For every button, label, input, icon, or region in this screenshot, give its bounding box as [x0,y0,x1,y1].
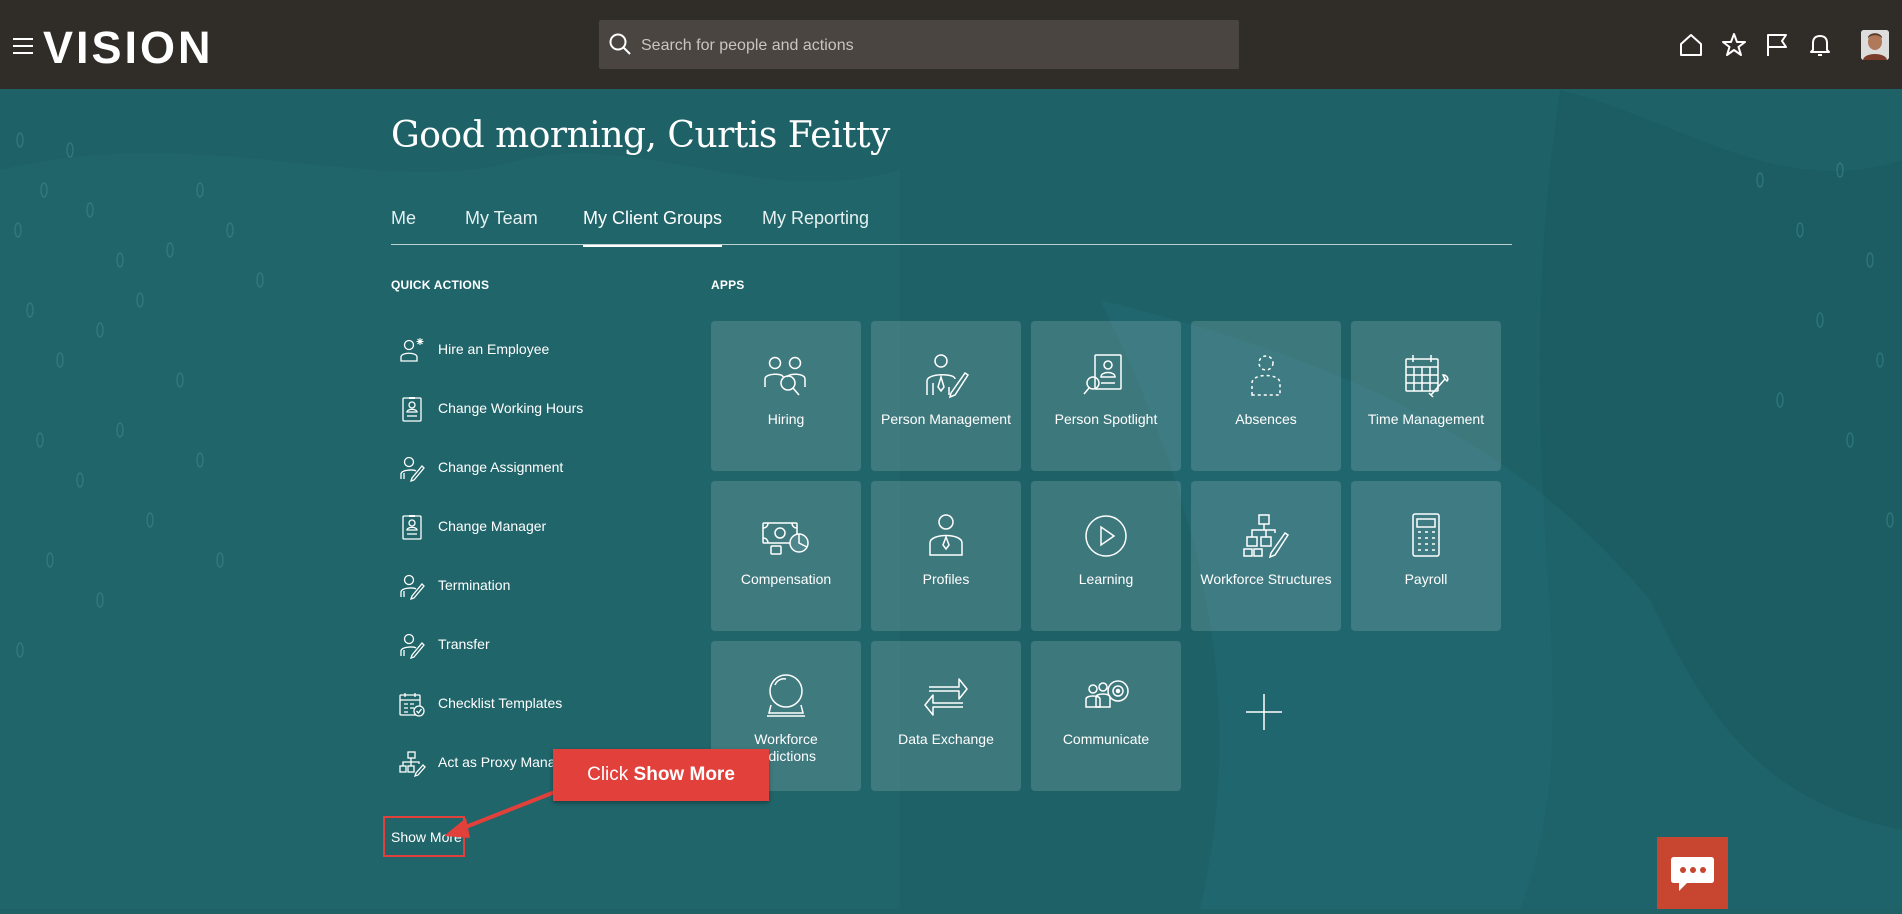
app-tile-workforce-structures[interactable]: Workforce Structures [1191,481,1341,631]
org-chart-icon [399,751,426,777]
navigation-tabs: Me My Team My Client Groups My Reporting [391,200,1512,247]
app-tile-compensation[interactable]: Compensation [711,481,861,631]
app-tile-label: Hiring [767,411,805,427]
star-icon[interactable] [1721,32,1747,58]
app-tile-label: Person Management [881,411,1011,427]
quick-action-label: Termination [438,577,511,593]
top-bar: VISION [0,0,1902,89]
app-tile-time-management[interactable]: Time Management [1351,321,1501,471]
chat-button[interactable] [1657,837,1728,909]
quick-action-termination[interactable]: Termination [398,566,688,606]
person-edit-icon [400,574,425,600]
person-management-icon [926,354,970,399]
greeting-heading: Good morning, Curtis Feitty [391,115,890,156]
compensation-icon [762,522,809,555]
hiring-icon [764,356,806,396]
person-edit-icon [400,456,425,482]
quick-action-hire-an-employee[interactable]: Hire an Employee [398,330,688,370]
tab-my-client-groups[interactable]: My Client Groups [583,208,723,247]
app-tile-payroll[interactable]: Payroll [1351,481,1501,631]
app-tile-communicate[interactable]: Communicate [1031,641,1181,791]
quick-action-label: Act as Proxy Manag [438,754,564,770]
data-exchange-icon [924,678,968,716]
app-tile-label: Compensation [740,571,832,587]
quick-action-label: Transfer [438,636,490,652]
add-app-icon[interactable] [1244,692,1284,732]
app-tile-person-spotlight[interactable]: Person Spotlight [1031,321,1181,471]
app-tile-label: Time Management [1367,411,1485,427]
chat-bubble-icon [1671,857,1714,891]
quick-action-change-working-hours[interactable]: Change Working Hours [398,389,688,429]
quick-action-change-assignment[interactable]: Change Assignment [398,448,688,488]
app-tile-label: Learning [1078,571,1134,587]
profiles-icon [929,514,963,556]
apps-title: APPS [711,278,745,292]
badge-icon [402,515,422,540]
quick-action-label: Hire an Employee [438,341,550,357]
payroll-icon [1412,513,1440,557]
quick-action-change-manager[interactable]: Change Manager [398,507,688,547]
app-tile-data-exchange[interactable]: Data Exchange [871,641,1021,791]
search-bar[interactable] [599,20,1239,71]
person-spotlight-icon [1083,354,1122,395]
app-tile-label: Absences [1235,411,1297,427]
absences-icon [1251,355,1281,396]
quick-action-transfer[interactable]: Transfer [398,625,688,665]
app-tile-label: Communicate [1062,731,1150,747]
bell-icon[interactable] [1807,32,1833,58]
app-tile-absences[interactable]: Absences [1191,321,1341,471]
hamburger-menu-icon[interactable] [13,38,33,54]
search-icon [609,33,631,55]
annotation-bold-text: Show More [633,764,735,785]
user-avatar[interactable] [1861,30,1889,60]
quick-actions-title: QUICK ACTIONS [391,278,490,292]
quick-action-label: Checklist Templates [438,695,563,711]
app-tile-hiring[interactable]: Hiring [711,321,861,471]
workforce-structures-icon [1243,514,1290,559]
annotation-prefix: Click [587,764,634,785]
app-tile-label: Payroll [1404,571,1448,587]
search-input[interactable] [639,20,1233,71]
home-icon[interactable] [1678,32,1704,58]
app-tile-person-management[interactable]: Person Management [871,321,1021,471]
quick-action-label: Change Working Hours [438,400,584,416]
hire-icon [400,338,424,362]
avatar-photo [1861,30,1889,60]
learning-icon [1085,515,1127,557]
app-tile-label: Data Exchange [898,731,994,747]
tab-my-team[interactable]: My Team [465,208,538,245]
time-management-icon [1405,355,1449,398]
app-tile-profiles[interactable]: Profiles [871,481,1021,631]
tab-my-reporting[interactable]: My Reporting [762,208,869,245]
quick-action-label: Change Manager [438,518,547,534]
annotation-callout: Click Show More [553,749,769,801]
app-tile-label: Workforce Structures [1200,571,1332,587]
app-tile-label: Profiles [922,571,970,587]
crystal-ball-icon [767,674,805,717]
flag-icon[interactable] [1764,32,1790,58]
app-tile-learning[interactable]: Learning [1031,481,1181,631]
communicate-icon [1085,680,1129,708]
calendar-check-icon [399,693,425,717]
vision-logo[interactable]: VISION [43,22,214,74]
badge-icon [402,397,422,422]
quick-action-label: Change Assignment [438,459,564,475]
quick-action-checklist-templates[interactable]: Checklist Templates [398,684,688,724]
app-tile-label: Person Spotlight [1054,411,1158,427]
person-edit-icon [400,633,425,659]
tab-me[interactable]: Me [391,208,416,245]
